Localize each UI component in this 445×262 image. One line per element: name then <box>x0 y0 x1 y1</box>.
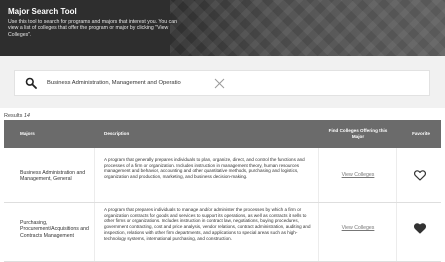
favorite-heart-filled-icon[interactable] <box>414 223 426 234</box>
favorite-heart-icon[interactable] <box>414 170 426 181</box>
page-header: Major Search Tool Use this tool to searc… <box>0 0 445 56</box>
column-header-find-colleges: Find Colleges Offering this Major <box>328 128 388 139</box>
view-colleges-link[interactable]: View Colleges <box>323 225 393 231</box>
results-count: Results 14 <box>4 113 30 119</box>
search-input[interactable] <box>47 76 197 90</box>
table-row: Business Administration and Management, … <box>4 148 441 203</box>
column-divider <box>318 148 319 202</box>
search-box[interactable] <box>14 70 430 96</box>
major-description: A program that prepares individuals to m… <box>104 207 311 241</box>
results-number: 14 <box>23 113 30 119</box>
table-header: Majors Description Find Colleges Offerin… <box>4 120 441 148</box>
major-name: Business Administration and Management, … <box>20 170 86 183</box>
table-row: Purchasing, Procurement/Acquisitions and… <box>4 203 441 262</box>
page-description: Use this tool to search for programs and… <box>8 19 177 38</box>
column-divider <box>396 203 397 261</box>
results-label: Results <box>4 113 23 119</box>
search-icon[interactable] <box>25 77 37 89</box>
column-header-majors: Majors <box>20 131 35 136</box>
column-divider <box>396 148 397 202</box>
header-banner-image <box>170 0 445 56</box>
close-icon[interactable] <box>213 77 226 90</box>
major-description: A program that generally prepares indivi… <box>104 157 305 180</box>
major-name: Purchasing, Procurement/Acquisitions and… <box>20 220 89 239</box>
column-header-favorite: Favorite <box>412 131 430 136</box>
column-header-description: Description <box>104 131 130 136</box>
column-divider <box>318 203 319 261</box>
page-title: Major Search Tool <box>8 7 77 16</box>
view-colleges-link[interactable]: View Colleges <box>323 172 393 178</box>
